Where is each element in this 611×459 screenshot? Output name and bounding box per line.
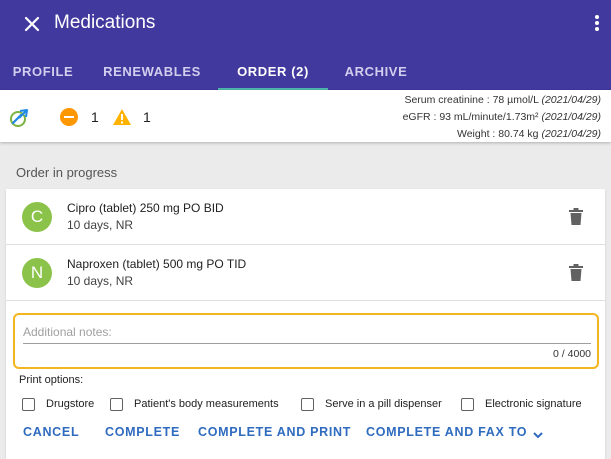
list-item[interactable]: N Naproxen (tablet) 500 mg PO TID 10 day… — [6, 245, 605, 301]
warning-icon[interactable] — [112, 108, 132, 126]
warning-count: 1 — [143, 109, 151, 125]
checkbox[interactable] — [301, 397, 314, 411]
delete-icon[interactable] — [569, 264, 583, 281]
delete-icon[interactable] — [569, 208, 583, 225]
complete-and-print-button[interactable]: COMPLETE AND PRINT — [198, 425, 351, 439]
page-title: Medications — [54, 12, 156, 33]
medication-detail: 10 days, NR — [67, 274, 134, 288]
pill-arrow-icon[interactable] — [8, 107, 30, 129]
lab-egfr: eGFR : 93 mL/minute/1.73m² (2021/04/29) — [402, 111, 601, 123]
avatar: N — [22, 258, 52, 288]
checkbox[interactable] — [461, 397, 474, 411]
close-icon[interactable] — [20, 12, 44, 36]
tab-renewables[interactable]: RENEWABLES — [86, 52, 218, 90]
print-option-drugstore[interactable]: Drugstore — [22, 396, 94, 412]
notes-underline — [23, 343, 591, 344]
medication-name: Cipro (tablet) 250 mg PO BID — [67, 201, 224, 215]
checkbox[interactable] — [110, 397, 123, 411]
complete-button[interactable]: COMPLETE — [105, 425, 180, 439]
action-bar: CANCEL COMPLETE COMPLETE AND PRINT COMPL… — [6, 425, 605, 445]
order-card: C Cipro (tablet) 250 mg PO BID 10 days, … — [6, 189, 605, 459]
medication-name: Naproxen (tablet) 500 mg PO TID — [67, 257, 247, 271]
notes-input[interactable] — [23, 321, 591, 343]
tab-order[interactable]: ORDER (2) — [218, 52, 328, 90]
checkbox-label: Patient's body measurements — [134, 398, 279, 410]
more-vert-icon[interactable] — [593, 13, 601, 33]
cancel-button[interactable]: CANCEL — [23, 425, 79, 439]
notes-field: 0 / 4000 — [13, 313, 599, 369]
print-options-label: Print options: — [19, 374, 84, 386]
tab-bar: PROFILE RENEWABLES ORDER (2) ARCHIVE — [0, 52, 424, 90]
print-option-e-signature[interactable]: Electronic signature — [461, 396, 582, 412]
print-option-pill-dispenser[interactable]: Serve in a pill dispenser — [301, 396, 442, 412]
checkbox-label: Electronic signature — [485, 398, 582, 410]
avatar: C — [22, 202, 52, 232]
lab-weight: Weight : 80.74 kg (2021/04/29) — [457, 128, 601, 140]
lab-creatinine: Serum creatinine : 78 µmol/L (2021/04/29… — [404, 94, 601, 106]
chevron-down-icon[interactable] — [532, 428, 544, 440]
checkbox-label: Serve in a pill dispenser — [325, 398, 442, 410]
char-counter: 0 / 4000 — [553, 348, 591, 360]
medication-detail: 10 days, NR — [67, 218, 134, 232]
checkbox[interactable] — [22, 397, 35, 411]
minus-circle-icon[interactable] — [60, 108, 78, 126]
complete-and-fax-button[interactable]: COMPLETE AND FAX TO — [366, 425, 527, 439]
tab-profile[interactable]: PROFILE — [0, 52, 86, 90]
minus-count: 1 — [91, 109, 99, 125]
print-option-body-measurements[interactable]: Patient's body measurements — [110, 396, 279, 412]
list-item[interactable]: C Cipro (tablet) 250 mg PO BID 10 days, … — [6, 189, 605, 245]
checkbox-label: Drugstore — [46, 398, 95, 410]
order-panel: Order in progress C Cipro (tablet) 250 m… — [6, 155, 605, 459]
order-title: Order in progress — [16, 165, 118, 180]
tab-archive[interactable]: ARCHIVE — [328, 52, 424, 90]
app-header: Medications PROFILE RENEWABLES ORDER (2)… — [0, 0, 611, 90]
